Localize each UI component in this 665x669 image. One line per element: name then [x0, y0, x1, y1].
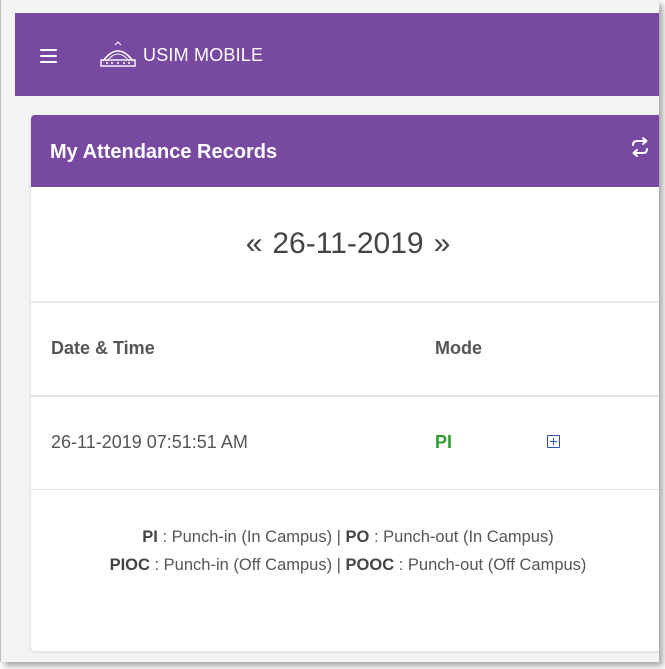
card-header: My Attendance Records — [31, 115, 659, 187]
top-bar: USIM MOBILE — [15, 13, 659, 96]
legend-pooc-desc: : Punch-out (Off Campus) — [394, 556, 587, 574]
table-row: 26-11-2019 07:51:51 AM PI — [31, 397, 659, 490]
previous-date-button[interactable]: « — [240, 227, 269, 261]
refresh-icon[interactable] — [629, 136, 651, 158]
legend-pooc-code: POOC — [345, 556, 395, 574]
hamburger-menu-icon[interactable] — [40, 49, 57, 63]
card-title: My Attendance Records — [50, 141, 278, 163]
column-header-mode: Mode — [435, 338, 482, 358]
next-date-button[interactable]: » — [428, 227, 457, 261]
usim-logo — [100, 41, 136, 67]
current-date: 26-11-2019 — [272, 227, 424, 260]
legend-pioc-code: PIOC — [109, 556, 150, 574]
expand-plus-icon[interactable] — [547, 435, 560, 448]
column-header-date-time: Date & Time — [51, 338, 155, 358]
legend-pioc-desc: : Punch-in (Off Campus) | — [149, 556, 346, 574]
mode-legend: PI : Punch-in (In Campus) | PO : Punch-o… — [31, 490, 659, 579]
row-date-time: 26-11-2019 07:51:51 AM — [51, 432, 248, 452]
legend-po-code: PO — [345, 528, 370, 546]
table-header: Date & Time Mode — [31, 303, 659, 397]
legend-pi-desc: : Punch-in (In Campus) | — [157, 528, 346, 546]
attendance-card: My Attendance Records « 26-11-2019 » Dat… — [31, 115, 659, 651]
row-mode: PI — [435, 432, 453, 452]
legend-pi-code: PI — [142, 528, 158, 546]
date-navigator: « 26-11-2019 » — [31, 187, 659, 303]
legend-po-desc: : Punch-out (In Campus) — [369, 528, 554, 546]
app-title: USIM MOBILE — [143, 45, 264, 65]
app-frame: USIM MOBILE My Attendance Records « 26-1… — [0, 0, 659, 662]
